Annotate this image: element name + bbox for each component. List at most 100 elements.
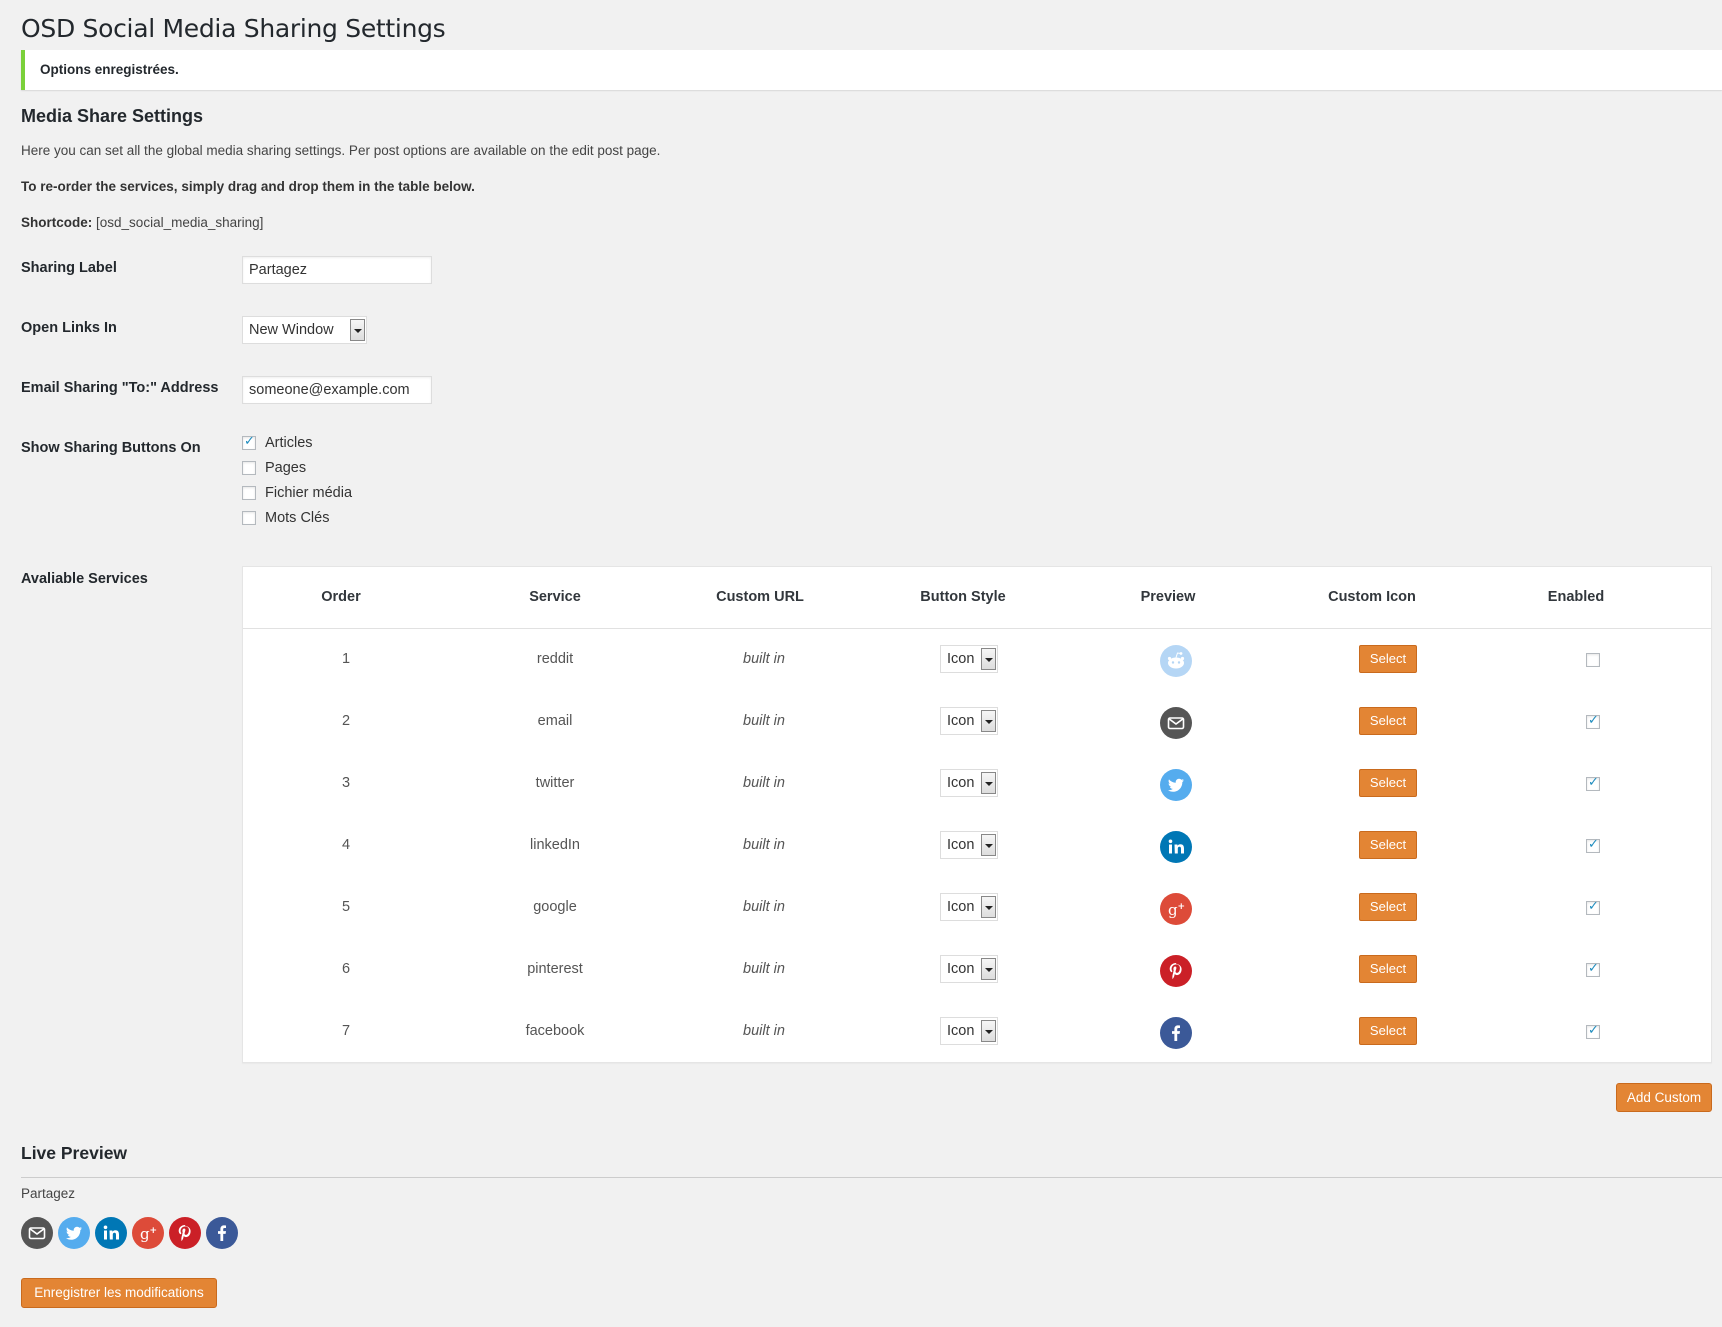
column-header-enabled: Enabled: [1547, 589, 1605, 605]
add-custom-button[interactable]: Add Custom: [1616, 1083, 1712, 1112]
select-icon-button[interactable]: Select: [1359, 831, 1417, 859]
row-order: 3: [341, 775, 351, 791]
table-row[interactable]: 4 linkedIn built in Icon Select: [243, 815, 1711, 877]
button-style-select[interactable]: Icon: [940, 955, 998, 983]
row-service: twitter: [535, 775, 575, 791]
row-custom-url: built in: [743, 651, 785, 667]
select-icon-button[interactable]: Select: [1359, 707, 1417, 735]
enabled-checkbox[interactable]: [1586, 775, 1600, 791]
row-custom-url: built in: [743, 775, 785, 791]
google-plus-icon[interactable]: g +: [132, 1217, 164, 1249]
enabled-checkbox[interactable]: [1586, 713, 1600, 729]
select-icon-button[interactable]: Select: [1359, 645, 1417, 673]
row-service: linkedIn: [530, 837, 580, 853]
linkedin-icon[interactable]: [95, 1217, 127, 1249]
services-label: Avaliable Services: [21, 571, 148, 587]
shortcode-label: Shortcode:: [21, 215, 93, 230]
divider: [21, 1177, 1722, 1178]
row-custom-url: built in: [743, 961, 785, 977]
show-on-checkbox[interactable]: [242, 434, 256, 450]
row-service: reddit: [536, 651, 574, 667]
enabled-checkbox[interactable]: [1586, 961, 1600, 977]
button-style-select[interactable]: Icon: [940, 707, 998, 735]
column-header-custom-icon: Custom Icon: [1328, 589, 1416, 605]
google-plus-icon: g +: [1160, 893, 1192, 925]
table-row[interactable]: 6 pinterest built in Icon Select: [243, 939, 1711, 1001]
enabled-checkbox[interactable]: [1586, 1023, 1600, 1039]
svg-text:+: +: [1178, 902, 1186, 912]
sharing-label-input[interactable]: Partagez: [242, 256, 432, 284]
show-on-option-label: Mots Clés: [265, 510, 330, 526]
svg-text:g: g: [1168, 901, 1178, 919]
button-style-value: Icon: [947, 651, 975, 667]
table-row[interactable]: 2 email built in Icon Select: [243, 691, 1711, 753]
select-icon-button[interactable]: Select: [1359, 769, 1417, 797]
row-service: pinterest: [527, 961, 583, 977]
email-to-input[interactable]: someone@example.com: [242, 376, 432, 404]
row-custom-url: built in: [743, 1023, 785, 1039]
button-style-value: Icon: [947, 1023, 975, 1039]
show-on-checkbox[interactable]: [242, 461, 256, 475]
sharing-label-label: Sharing Label: [21, 260, 117, 276]
row-service: email: [537, 713, 573, 729]
linkedin-icon: [1160, 831, 1192, 863]
facebook-icon: [1160, 1017, 1192, 1049]
button-style-select[interactable]: Icon: [940, 893, 998, 921]
shortcode-line: Shortcode: [osd_social_media_sharing]: [21, 215, 263, 230]
svg-text:g: g: [140, 1225, 150, 1243]
button-style-select[interactable]: Icon: [940, 831, 998, 859]
page-title: OSD Social Media Sharing Settings: [21, 14, 446, 43]
table-row[interactable]: 5 google built in Icon g + Select: [243, 877, 1711, 939]
show-on-checkbox[interactable]: [242, 511, 256, 525]
row-service: facebook: [525, 1023, 585, 1039]
email-icon[interactable]: [21, 1217, 53, 1249]
column-header-button-style: Button Style: [920, 589, 1006, 605]
enabled-checkbox[interactable]: [1586, 899, 1600, 915]
show-on-checkbox[interactable]: [242, 486, 256, 500]
chevron-down-icon: [981, 710, 996, 732]
table-row[interactable]: 1 reddit built in Icon Select: [243, 629, 1711, 691]
button-style-value: Icon: [947, 775, 975, 791]
select-icon-button[interactable]: Select: [1359, 1017, 1417, 1045]
notice-text: Options enregistrées.: [40, 62, 179, 77]
show-on-label: Show Sharing Buttons On: [21, 440, 201, 456]
row-custom-url: built in: [743, 837, 785, 853]
chevron-down-icon: [981, 648, 996, 670]
facebook-icon[interactable]: [206, 1217, 238, 1249]
twitter-icon[interactable]: [58, 1217, 90, 1249]
select-icon-button[interactable]: Select: [1359, 893, 1417, 921]
row-order: 4: [341, 837, 351, 853]
column-header-custom-url: Custom URL: [716, 589, 804, 605]
pinterest-icon: [1160, 955, 1192, 987]
chevron-down-icon: [981, 958, 996, 980]
twitter-icon: [1160, 769, 1192, 801]
chevron-down-icon: [981, 1020, 996, 1042]
settings-saved-notice: Options enregistrées.: [21, 50, 1722, 90]
reddit-icon: [1160, 645, 1192, 677]
shortcode-value: [osd_social_media_sharing]: [96, 215, 264, 230]
button-style-select[interactable]: Icon: [940, 1017, 998, 1045]
button-style-value: Icon: [947, 899, 975, 915]
enabled-checkbox[interactable]: [1586, 653, 1600, 667]
open-links-value: New Window: [249, 322, 334, 338]
row-order: 6: [341, 961, 351, 977]
button-style-select[interactable]: Icon: [940, 645, 998, 673]
services-table: Order Service Custom URL Button Style Previe…: [242, 566, 1712, 1063]
row-order: 2: [341, 713, 351, 729]
open-links-label: Open Links In: [21, 320, 117, 336]
enabled-checkbox[interactable]: [1586, 837, 1600, 853]
save-changes-button[interactable]: Enregistrer les modifications: [21, 1278, 217, 1308]
select-icon-button[interactable]: Select: [1359, 955, 1417, 983]
reorder-text: To re-order the services, simply drag an…: [21, 179, 475, 194]
intro-text: Here you can set all the global media sh…: [21, 143, 661, 158]
svg-text:+: +: [150, 1226, 158, 1236]
column-header-order: Order: [321, 589, 361, 605]
table-row[interactable]: 7 facebook built in Icon Select: [243, 1001, 1711, 1063]
button-style-select[interactable]: Icon: [940, 769, 998, 797]
section-title: Media Share Settings: [21, 106, 204, 126]
table-row[interactable]: 3 twitter built in Icon Select: [243, 753, 1711, 815]
row-custom-url: built in: [743, 899, 785, 915]
button-style-value: Icon: [947, 961, 975, 977]
pinterest-icon[interactable]: [169, 1217, 201, 1249]
open-links-select[interactable]: New Window: [242, 316, 367, 344]
